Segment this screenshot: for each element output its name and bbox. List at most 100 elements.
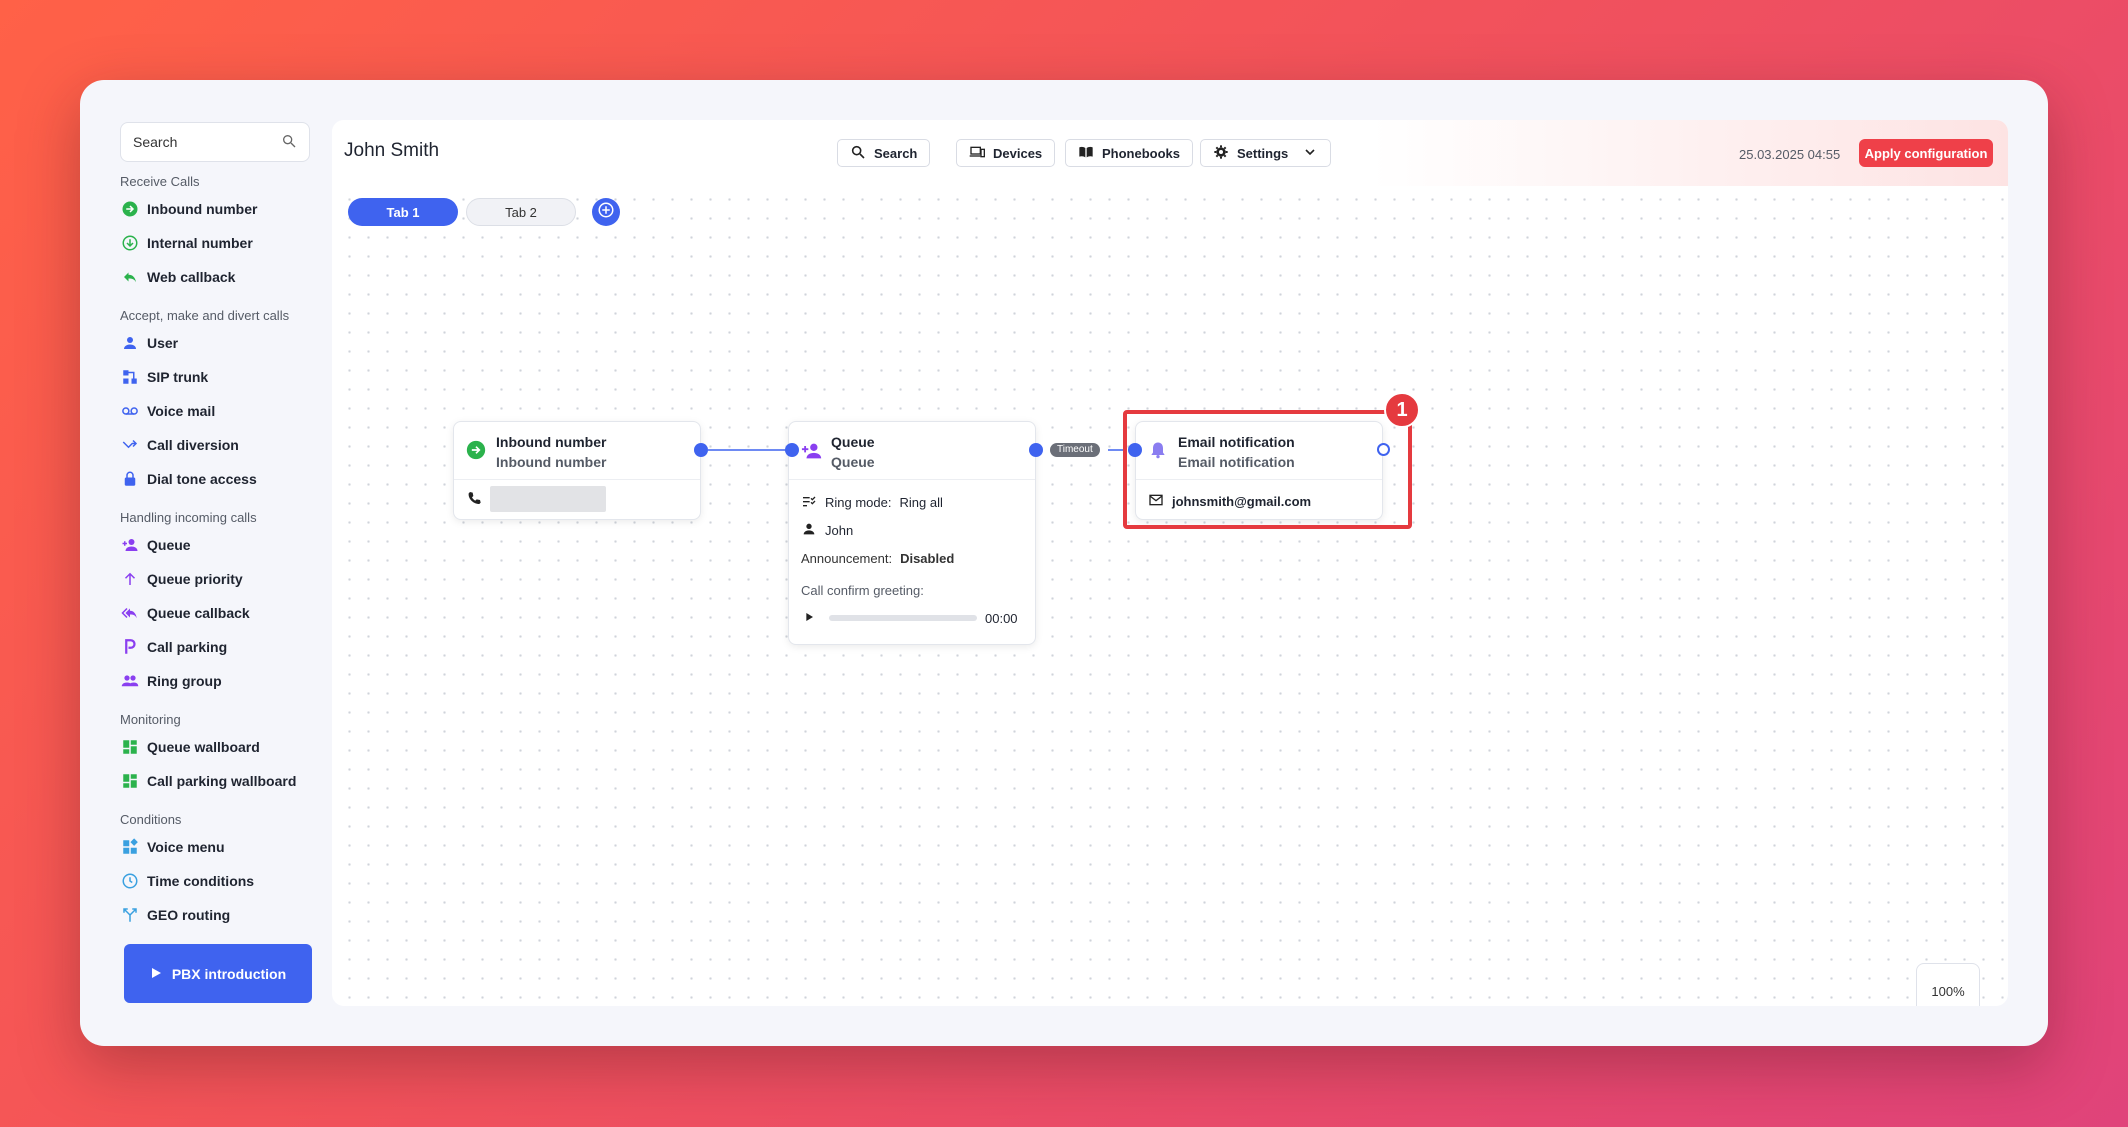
- reply-all-icon: [121, 604, 139, 622]
- queue-input-port[interactable]: [785, 443, 799, 457]
- sidebar-item-label: Call diversion: [147, 437, 239, 453]
- sidebar-item-label: Voice menu: [147, 839, 225, 855]
- voicemail-icon: [121, 402, 139, 420]
- download-circle-icon: [121, 234, 139, 252]
- phonebooks-button[interactable]: Phonebooks: [1065, 139, 1194, 167]
- sidebar-item-queue-wallboard[interactable]: Queue wallboard: [120, 730, 312, 764]
- phonebooks-button-label: Phonebooks: [1102, 145, 1181, 161]
- node-inbound-number[interactable]: Inbound number Inbound number: [453, 421, 701, 520]
- sidebar-item-geo-routing[interactable]: GEO routing: [120, 898, 312, 932]
- sidebar-item-label: Queue callback: [147, 605, 250, 621]
- sidebar-item-label: Queue wallboard: [147, 739, 260, 755]
- sidebar-item-label: Inbound number: [147, 201, 258, 217]
- sidebar-item-label: Queue: [147, 537, 191, 553]
- person-add-icon: [801, 440, 822, 460]
- sidebar-item-call-diversion[interactable]: Call diversion: [120, 428, 312, 462]
- sidebar-item-queue[interactable]: Queue: [120, 528, 312, 562]
- page-title: John Smith: [344, 140, 440, 161]
- sidebar-search-input[interactable]: Search: [120, 122, 310, 162]
- app-window: Search Receive Calls Inbound number Inte…: [80, 80, 2048, 1046]
- lock-icon: [121, 470, 139, 488]
- inbound-output-port[interactable]: [694, 443, 708, 457]
- audio-progress-bar[interactable]: [829, 615, 977, 621]
- zoom-level[interactable]: 100%: [1916, 963, 1980, 1006]
- sidebar-item-user[interactable]: User: [120, 326, 312, 360]
- group-title-handling-calls: Handling incoming calls: [120, 510, 257, 525]
- fork-icon: [121, 906, 139, 924]
- sidebar-item-dial-tone-access[interactable]: Dial tone access: [120, 462, 312, 496]
- pbx-introduction-button[interactable]: PBX introduction: [124, 944, 312, 1003]
- sidebar-item-label: Web callback: [147, 269, 236, 285]
- apply-configuration-button[interactable]: Apply configuration: [1859, 139, 1993, 167]
- sidebar-search-placeholder: Search: [133, 134, 178, 150]
- user-icon: [121, 334, 139, 352]
- devices-button[interactable]: Devices: [956, 139, 1056, 167]
- sidebar-item-inbound-number[interactable]: Inbound number: [120, 192, 312, 226]
- settings-label: Settings: [1237, 145, 1289, 161]
- plus-circle-icon: [597, 201, 615, 224]
- arrow-up-icon: [121, 570, 139, 588]
- sidebar-item-label: User: [147, 335, 179, 351]
- search-button[interactable]: Search: [837, 139, 931, 167]
- play-icon: [150, 966, 162, 982]
- arrow-circle-icon: [121, 200, 139, 218]
- add-tab-button[interactable]: [592, 198, 620, 226]
- gear-icon: [1213, 144, 1229, 163]
- sidebar-item-voice-mail[interactable]: Voice mail: [120, 394, 312, 428]
- sidebar-item-label: Queue priority: [147, 571, 243, 587]
- node-queue[interactable]: Queue Queue Ring mode: Ring all John Ann…: [788, 421, 1036, 645]
- pbx-introduction-label: PBX introduction: [171, 965, 287, 982]
- greeting-label: Call confirm greeting:: [801, 583, 924, 598]
- sidebar-item-voice-menu[interactable]: Voice menu: [120, 830, 312, 864]
- sidebar-item-ring-group[interactable]: Ring group: [120, 664, 312, 698]
- node-header: Queue Queue: [789, 422, 1035, 480]
- search-button-label: Search: [874, 145, 918, 161]
- flow-canvas[interactable]: [332, 186, 2008, 1006]
- queue-user-row: John: [801, 520, 1023, 540]
- ring-mode-label: Ring mode:: [825, 494, 892, 510]
- sidebar-item-time-conditions[interactable]: Time conditions: [120, 864, 312, 898]
- sidebar-item-queue-callback[interactable]: Queue callback: [120, 596, 312, 630]
- group-title-conditions: Conditions: [120, 812, 182, 827]
- group-title-accept-calls: Accept, make and divert calls: [120, 308, 290, 323]
- clock-icon: [121, 872, 139, 890]
- ring-mode-value: Ring all: [899, 494, 943, 510]
- parking-icon: [121, 638, 139, 656]
- node-title: Queue: [831, 434, 875, 450]
- ring-mode-icon: [801, 493, 817, 512]
- announcement-row: Announcement: Disabled: [801, 548, 1023, 568]
- announcement-label: Announcement:: [801, 550, 893, 566]
- settings-dropdown[interactable]: Settings: [1200, 139, 1332, 167]
- step-badge: 1: [1384, 392, 1420, 428]
- play-icon[interactable]: [801, 609, 817, 628]
- dashboard-icon: [121, 738, 139, 756]
- phone-icon: [466, 490, 482, 509]
- tab-2[interactable]: Tab 2: [466, 198, 576, 226]
- sidebar-item-sip-trunk[interactable]: SIP trunk: [120, 360, 312, 394]
- user-icon: [801, 521, 817, 540]
- sidebar-item-call-parking[interactable]: Call parking: [120, 630, 312, 664]
- queue-user-name: John: [825, 522, 854, 538]
- tab-1[interactable]: Tab 1: [348, 198, 458, 226]
- sidebar-item-label: Internal number: [147, 235, 253, 251]
- sidebar-item-web-callback[interactable]: Web callback: [120, 260, 312, 294]
- timeout-edge-label: Timeout: [1050, 443, 1100, 457]
- devices-button-label: Devices: [993, 145, 1043, 161]
- node-title: Inbound number: [496, 434, 607, 450]
- person-add-icon: [121, 536, 139, 554]
- main-panel: John Smith Search Devices Phonebooks Set…: [332, 120, 2008, 1006]
- top-bar: John Smith Search Devices Phonebooks Set…: [332, 120, 2008, 186]
- call-diversion-icon: [121, 436, 139, 454]
- group-icon: [121, 672, 139, 690]
- ring-mode-row: Ring mode: Ring all: [801, 492, 1023, 512]
- node-header: Inbound number Inbound number: [454, 422, 700, 480]
- sidebar-item-call-parking-wallboard[interactable]: Call parking wallboard: [120, 764, 312, 798]
- sidebar-item-label: Dial tone access: [147, 471, 257, 487]
- sidebar-item-label: Time conditions: [147, 873, 255, 889]
- sidebar-item-queue-priority[interactable]: Queue priority: [120, 562, 312, 596]
- timestamp: 25.03.2025 04:55: [1739, 147, 1841, 162]
- greeting-time: 00:00: [985, 610, 1018, 626]
- queue-output-port[interactable]: [1029, 443, 1043, 457]
- sidebar-item-internal-number[interactable]: Internal number: [120, 226, 312, 260]
- sidebar-item-label: SIP trunk: [147, 369, 209, 385]
